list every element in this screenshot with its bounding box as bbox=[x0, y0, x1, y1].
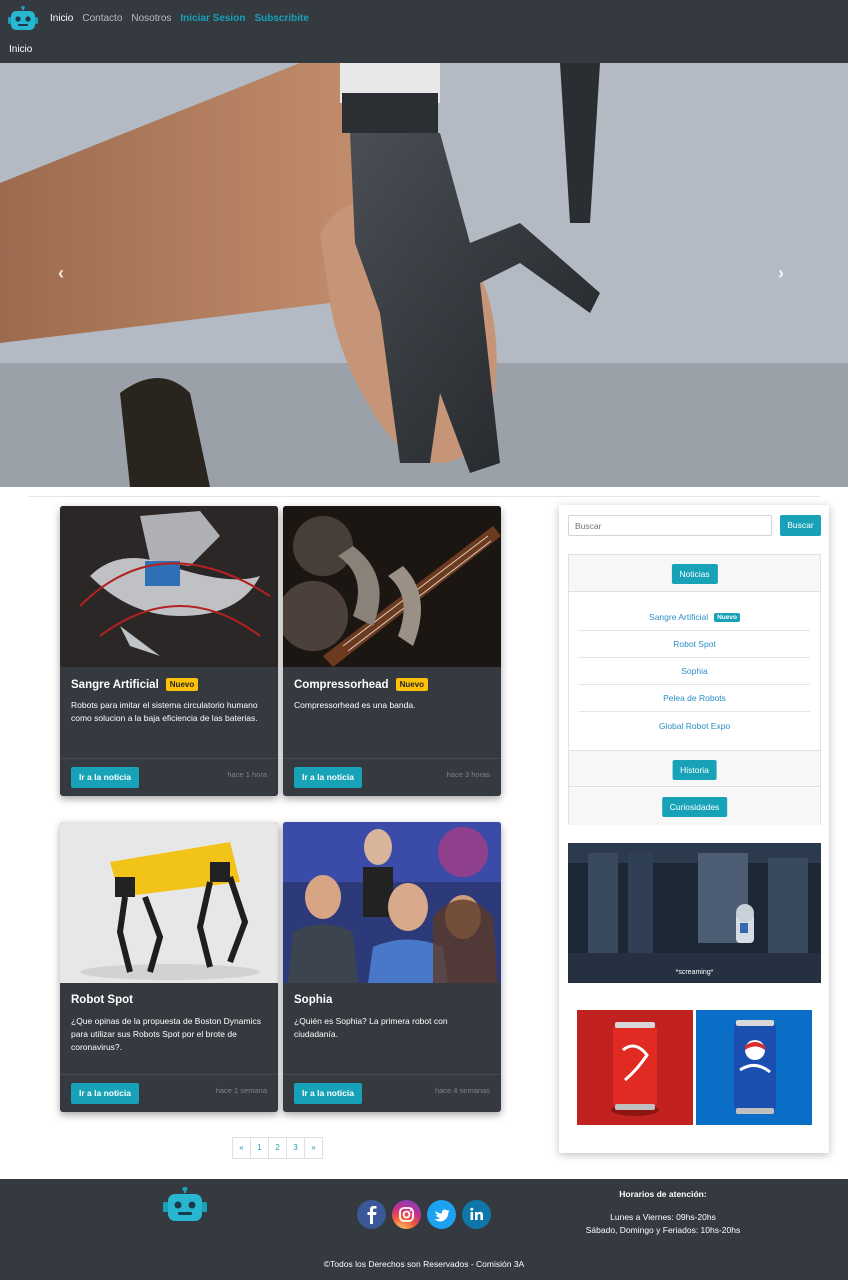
card-image-robot-spot bbox=[60, 822, 278, 983]
card-title-row: Robot Spot bbox=[71, 994, 133, 1006]
curiosidades-button[interactable]: Curiosidades bbox=[661, 797, 728, 817]
card-timestamp: hace 1 semana bbox=[215, 1086, 267, 1095]
card-footer: Ir a la noticia hace 3 horas bbox=[283, 758, 501, 796]
nav-link-iniciar-sesion[interactable]: Iniciar Sesion bbox=[180, 13, 245, 24]
facebook-icon[interactable] bbox=[357, 1200, 386, 1229]
pagination: « 1 2 3 » bbox=[232, 1137, 323, 1159]
news-item-label: Sangre Artificial bbox=[649, 612, 709, 622]
news-item-label: Global Robot Expo bbox=[658, 720, 731, 731]
card-text: ¿Quién es Sophia? La primera robot con c… bbox=[294, 1016, 448, 1039]
news-list-item[interactable]: Sophia bbox=[579, 658, 810, 685]
copyright: ©Todos los Derechos son Reservados - Com… bbox=[323, 1259, 525, 1269]
hours-weekdays: Lunes a Viernes: 09hs-20hs bbox=[610, 1212, 716, 1222]
pagination-next[interactable]: » bbox=[304, 1137, 323, 1159]
section-divider bbox=[28, 496, 820, 497]
news-item-label: Sophia bbox=[681, 666, 708, 676]
card-title: Sophia bbox=[294, 994, 333, 1006]
card-timestamp: hace 4 semanas bbox=[434, 1086, 490, 1095]
new-badge: Nuevo bbox=[714, 612, 740, 622]
ad-coca-cola[interactable] bbox=[577, 1010, 693, 1125]
card-footer: Ir a la noticia hace 1 semana bbox=[60, 1074, 278, 1112]
pagination-page-1[interactable]: 1 bbox=[250, 1137, 269, 1159]
news-list-item[interactable]: Global Robot Expo bbox=[579, 712, 810, 739]
card-text: Robots para imitar el sistema circulator… bbox=[71, 700, 258, 723]
read-news-button[interactable]: Ir a la noticia bbox=[294, 1083, 362, 1104]
sidebar-accordion: Noticias Sangre Artificial Nuevo Robot S… bbox=[568, 554, 821, 825]
carousel-prev-icon[interactable]: ‹ bbox=[58, 263, 64, 284]
robot-icon[interactable] bbox=[8, 6, 38, 32]
news-list-item[interactable]: Robot Spot bbox=[579, 631, 810, 658]
hours-title: Horarios de atención: bbox=[619, 1189, 707, 1199]
historia-button[interactable]: Historia bbox=[672, 760, 717, 780]
carousel-next-icon[interactable]: › bbox=[778, 263, 784, 284]
twitter-icon[interactable] bbox=[427, 1200, 456, 1229]
search-button[interactable]: Buscar bbox=[780, 515, 821, 536]
read-news-button[interactable]: Ir a la noticia bbox=[71, 767, 139, 788]
news-list-item[interactable]: Pelea de Robots bbox=[579, 685, 810, 712]
news-card: Robot Spot ¿Que opinas de la propuesta d… bbox=[60, 822, 278, 1112]
breadcrumb: Inicio bbox=[9, 44, 33, 55]
read-news-button[interactable]: Ir a la noticia bbox=[71, 1083, 139, 1104]
card-text: Compressorhead es una banda. bbox=[294, 700, 416, 710]
card-text: ¿Que opinas de la propuesta de Boston Dy… bbox=[71, 1016, 261, 1052]
news-list: Sangre Artificial Nuevo Robot Spot Sophi… bbox=[579, 604, 810, 739]
news-item-label: Robot Spot bbox=[673, 639, 716, 649]
accordion-header-historia: Historia bbox=[569, 750, 820, 787]
hero-carousel: ‹ › bbox=[0, 63, 848, 487]
instagram-icon[interactable] bbox=[392, 1200, 421, 1229]
card-title: Robot Spot bbox=[71, 994, 133, 1006]
new-badge: Nuevo bbox=[165, 678, 199, 691]
card-image-sophia bbox=[283, 822, 501, 983]
robot-icon[interactable] bbox=[163, 1187, 207, 1223]
nav-link-contacto[interactable]: Contacto bbox=[82, 13, 122, 24]
nav-link-subscribite[interactable]: Subscribite bbox=[254, 13, 308, 24]
card-title-row: Sangre Artificial Nuevo bbox=[71, 678, 199, 691]
news-item-label: Pelea de Robots bbox=[663, 693, 726, 703]
sidebar: Buscar Noticias Sangre Artificial Nuevo … bbox=[559, 505, 829, 1153]
pagination-page-3[interactable]: 3 bbox=[286, 1137, 305, 1159]
gif-image-r2d2 bbox=[568, 843, 821, 983]
hero-image-robot-handshake bbox=[0, 63, 848, 487]
card-title-row: Sophia bbox=[294, 994, 332, 1006]
accordion-header-noticias: Noticias bbox=[569, 555, 820, 592]
r2d2-gif: *screaming* bbox=[568, 843, 821, 983]
card-image-sangre-artificial bbox=[60, 506, 278, 667]
nav-links: Inicio Contacto Nosotros Iniciar Sesion … bbox=[50, 13, 309, 24]
nav-link-inicio[interactable]: Inicio bbox=[50, 13, 73, 24]
card-footer: Ir a la noticia hace 1 hora bbox=[60, 758, 278, 796]
news-list-item[interactable]: Sangre Artificial Nuevo bbox=[579, 604, 810, 631]
noticias-button[interactable]: Noticias bbox=[671, 564, 718, 584]
linkedin-icon[interactable] bbox=[462, 1200, 491, 1229]
card-title-row: Compressorhead Nuevo bbox=[294, 678, 429, 691]
card-title: Compressorhead bbox=[294, 678, 389, 691]
coca-cola-can-icon bbox=[577, 1010, 693, 1125]
nav-link-nosotros[interactable]: Nosotros bbox=[131, 13, 171, 24]
card-image-compressorhead bbox=[283, 506, 501, 667]
search-input[interactable] bbox=[568, 515, 772, 536]
pagination-prev[interactable]: « bbox=[232, 1137, 251, 1159]
card-timestamp: hace 3 horas bbox=[446, 770, 490, 779]
footer: Horarios de atención: Lunes a Viernes: 0… bbox=[0, 1179, 848, 1280]
news-card: Sophia ¿Quién es Sophia? La primera robo… bbox=[283, 822, 501, 1112]
card-footer: Ir a la noticia hace 4 semanas bbox=[283, 1074, 501, 1112]
navbar: Inicio Contacto Nosotros Iniciar Sesion … bbox=[0, 0, 848, 63]
news-card: Sangre Artificial Nuevo Robots para imit… bbox=[60, 506, 278, 796]
pepsi-can-icon bbox=[696, 1010, 812, 1125]
card-timestamp: hace 1 hora bbox=[227, 770, 267, 779]
card-title: Sangre Artificial bbox=[71, 678, 159, 691]
new-badge: Nuevo bbox=[395, 678, 429, 691]
ad-pepsi[interactable] bbox=[696, 1010, 812, 1125]
gif-caption: *screaming* bbox=[675, 969, 714, 976]
hours-weekends: Sábado, Domingo y Feriados: 10hs-20hs bbox=[585, 1225, 741, 1235]
news-card: Compressorhead Nuevo Compressorhead es u… bbox=[283, 506, 501, 796]
accordion-header-curiosidades: Curiosidades bbox=[569, 788, 820, 825]
hours-text: Lunes a Viernes: 09hs-20hs Sábado, Domin… bbox=[583, 1211, 743, 1237]
pagination-page-2[interactable]: 2 bbox=[268, 1137, 287, 1159]
read-news-button[interactable]: Ir a la noticia bbox=[294, 767, 362, 788]
